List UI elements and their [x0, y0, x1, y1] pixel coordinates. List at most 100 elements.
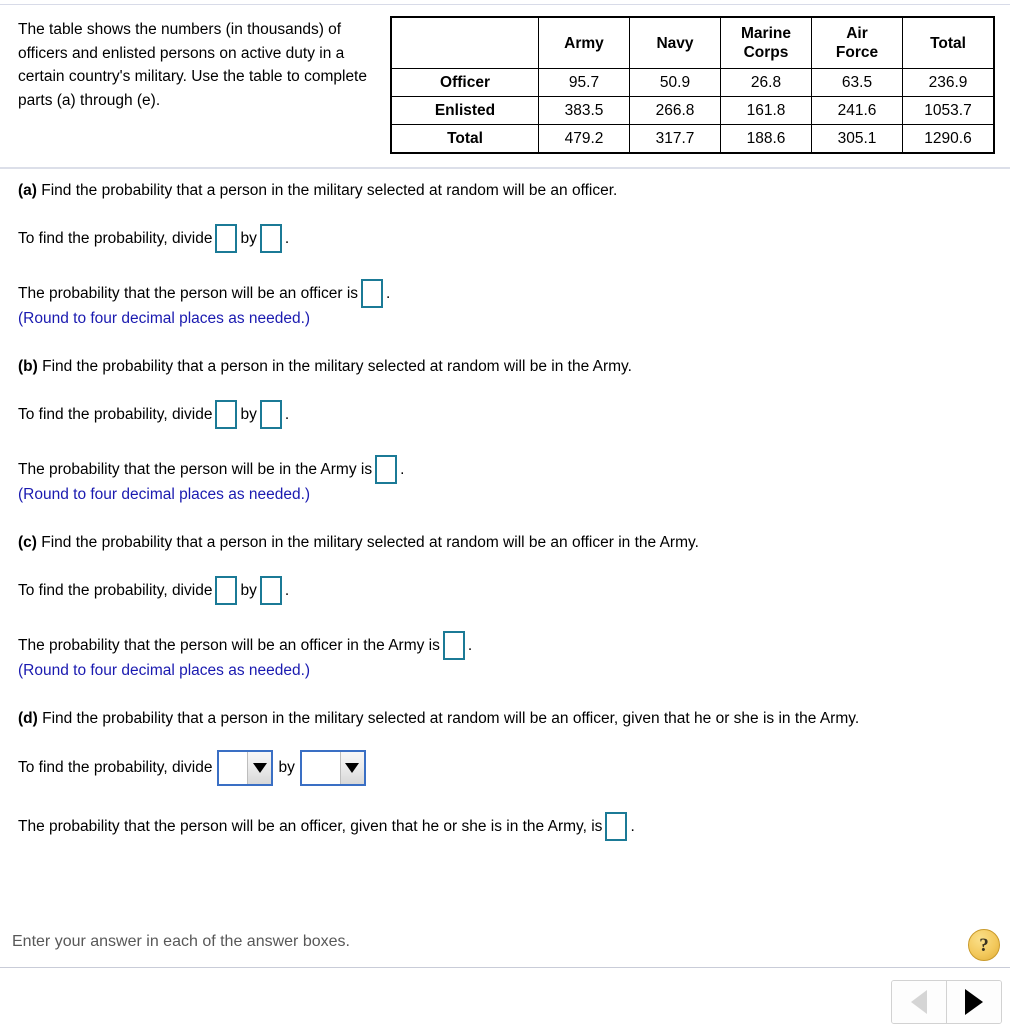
help-glyph: ? — [979, 934, 989, 956]
status-bar: Enter your answer in each of the answer … — [0, 925, 1010, 967]
col-header-line: Army — [564, 34, 604, 52]
table-row-header-total: Total — [390, 124, 539, 154]
table-cell-total-army: 479.2 — [538, 124, 630, 154]
military-data-table-container: Army Navy Marine Corps Air Force Total O… — [390, 16, 995, 154]
part-d-denominator-dropdown-button[interactable] — [339, 752, 364, 784]
problem-intro-text: The table shows the numbers (in thousand… — [18, 21, 367, 109]
table-cell-officer-air-force: 63.5 — [811, 68, 903, 97]
navigation-buttons — [891, 980, 1002, 1024]
col-header-line: Corps — [743, 44, 789, 61]
part-a-answer-line: The probability that the person will be … — [0, 279, 1010, 308]
part-c-answer-prefix: The probability that the person will be … — [18, 636, 440, 654]
part-a-answer-prefix: The probability that the person will be … — [18, 284, 359, 302]
previous-button[interactable] — [892, 981, 946, 1023]
table-cell-officer-marine-corps: 26.8 — [720, 68, 812, 97]
part-c-answer-line: The probability that the person will be … — [0, 631, 1010, 660]
table-cell-total-total: 1290.6 — [902, 124, 995, 154]
part-d-numerator-dropdown[interactable] — [217, 750, 274, 786]
part-b-result-input[interactable] — [375, 455, 398, 484]
table-cell-officer-army: 95.7 — [538, 68, 630, 97]
part-b-question: (b) Find the probability that a person i… — [0, 356, 1010, 378]
part-c-numerator-input[interactable] — [215, 576, 238, 605]
table-cell-total-navy: 317.7 — [629, 124, 721, 154]
table-cell-enlisted-marine-corps: 161.8 — [720, 96, 812, 125]
table-cell-enlisted-navy: 266.8 — [629, 96, 721, 125]
part-a-question-text: Find the probability that a person in th… — [36, 182, 618, 199]
arrow-left-icon — [911, 990, 927, 1014]
part-d-answer-prefix: The probability that the person will be … — [18, 817, 603, 835]
table-cell-total-air-force: 305.1 — [811, 124, 903, 154]
col-header-line: Total — [930, 34, 966, 52]
military-data-table: Army Navy Marine Corps Air Force Total O… — [390, 16, 995, 154]
part-b-rounding-note: (Round to four decimal places as needed.… — [18, 486, 311, 503]
col-header-line: Force — [835, 44, 879, 61]
table-col-header-air-force: Air Force — [811, 16, 903, 69]
table-header-row: Army Navy Marine Corps Air Force Total — [390, 16, 995, 69]
table-cell-officer-navy: 50.9 — [629, 68, 721, 97]
part-c-question: (c) Find the probability that a person i… — [0, 532, 1010, 554]
part-d-work-middle: by — [278, 759, 295, 776]
table-body: Officer 95.7 50.9 26.8 63.5 236.9 Enlist… — [390, 68, 995, 154]
part-b-work-suffix: . — [284, 405, 290, 423]
part-c-work-prefix: To find the probability, divide — [18, 581, 213, 599]
part-c-question-text: Find the probability that a person in th… — [36, 534, 699, 551]
part-b-answer-line: The probability that the person will be … — [0, 455, 1010, 484]
table-cell-total-marine-corps: 188.6 — [720, 124, 812, 154]
part-a-numerator-input[interactable] — [215, 224, 238, 253]
chevron-down-icon — [345, 763, 360, 773]
part-d-answer-line: The probability that the person will be … — [0, 812, 1010, 841]
table-header-row-group: Army Navy Marine Corps Air Force Total — [390, 16, 995, 69]
part-a-label: (a) — [18, 182, 37, 199]
part-a-denominator-input[interactable] — [259, 224, 282, 253]
part-c: (c) Find the probability that a person i… — [0, 532, 1010, 682]
part-a-work-line: To find the probability, divide by . — [0, 224, 1010, 253]
part-c-result-input[interactable] — [442, 631, 465, 660]
part-d-label: (d) — [18, 710, 38, 727]
part-c-denominator-input[interactable] — [259, 576, 282, 605]
part-d: (d) Find the probability that a person i… — [0, 708, 1010, 841]
part-c-label: (c) — [18, 534, 37, 551]
table-col-header-army: Army — [538, 16, 630, 69]
problem-parts: (a) Find the probability that a person i… — [0, 180, 1010, 841]
part-b-work-middle: by — [240, 405, 257, 423]
part-d-question-text: Find the probability that a person in th… — [37, 710, 860, 727]
problem-header: The table shows the numbers (in thousand… — [0, 12, 1010, 162]
part-a-question: (a) Find the probability that a person i… — [0, 180, 1010, 202]
part-a-rounding-note: (Round to four decimal places as needed.… — [18, 310, 311, 327]
part-d-result-input[interactable] — [605, 812, 628, 841]
part-a-answer-suffix: . — [386, 284, 391, 302]
table-corner-cell — [390, 16, 539, 69]
part-d-work-prefix: To find the probability, divide — [18, 759, 213, 776]
table-row: Officer 95.7 50.9 26.8 63.5 236.9 — [390, 68, 995, 97]
status-message: Enter your answer in each of the answer … — [12, 933, 350, 950]
part-d-numerator-dropdown-button[interactable] — [247, 752, 272, 784]
header-divider — [0, 167, 1010, 169]
part-b-denominator-input[interactable] — [259, 400, 282, 429]
part-d-denominator-dropdown[interactable] — [299, 750, 366, 786]
part-b-numerator-input[interactable] — [215, 400, 238, 429]
table-row-header-enlisted: Enlisted — [390, 96, 539, 125]
arrow-right-icon — [965, 989, 983, 1015]
part-d-work-line: To find the probability, divide by — [0, 750, 1010, 786]
part-a-result-input[interactable] — [361, 279, 384, 308]
table-cell-officer-total: 236.9 — [902, 68, 995, 97]
part-c-work-suffix: . — [284, 581, 290, 599]
part-b-label: (b) — [18, 358, 38, 375]
next-button[interactable] — [946, 981, 1001, 1023]
table-cell-enlisted-total: 1053.7 — [902, 96, 995, 125]
part-a-work-middle: by — [240, 229, 257, 247]
part-b-work-prefix: To find the probability, divide — [18, 405, 213, 423]
col-header-line: Air — [846, 25, 868, 42]
part-d-answer-suffix: . — [630, 817, 635, 835]
table-cell-enlisted-army: 383.5 — [538, 96, 630, 125]
table-row: Total 479.2 317.7 188.6 305.1 1290.6 — [390, 124, 995, 154]
part-a: (a) Find the probability that a person i… — [0, 180, 1010, 330]
part-c-work-middle: by — [240, 581, 257, 599]
part-c-rounding-note: (Round to four decimal places as needed.… — [18, 662, 311, 679]
table-row-header-officer: Officer — [390, 68, 539, 97]
table-col-header-navy: Navy — [629, 16, 721, 69]
help-icon[interactable]: ? — [968, 929, 1000, 961]
chevron-down-icon — [252, 763, 267, 773]
part-b-work-line: To find the probability, divide by . — [0, 400, 1010, 429]
part-c-answer-suffix: . — [467, 636, 473, 654]
